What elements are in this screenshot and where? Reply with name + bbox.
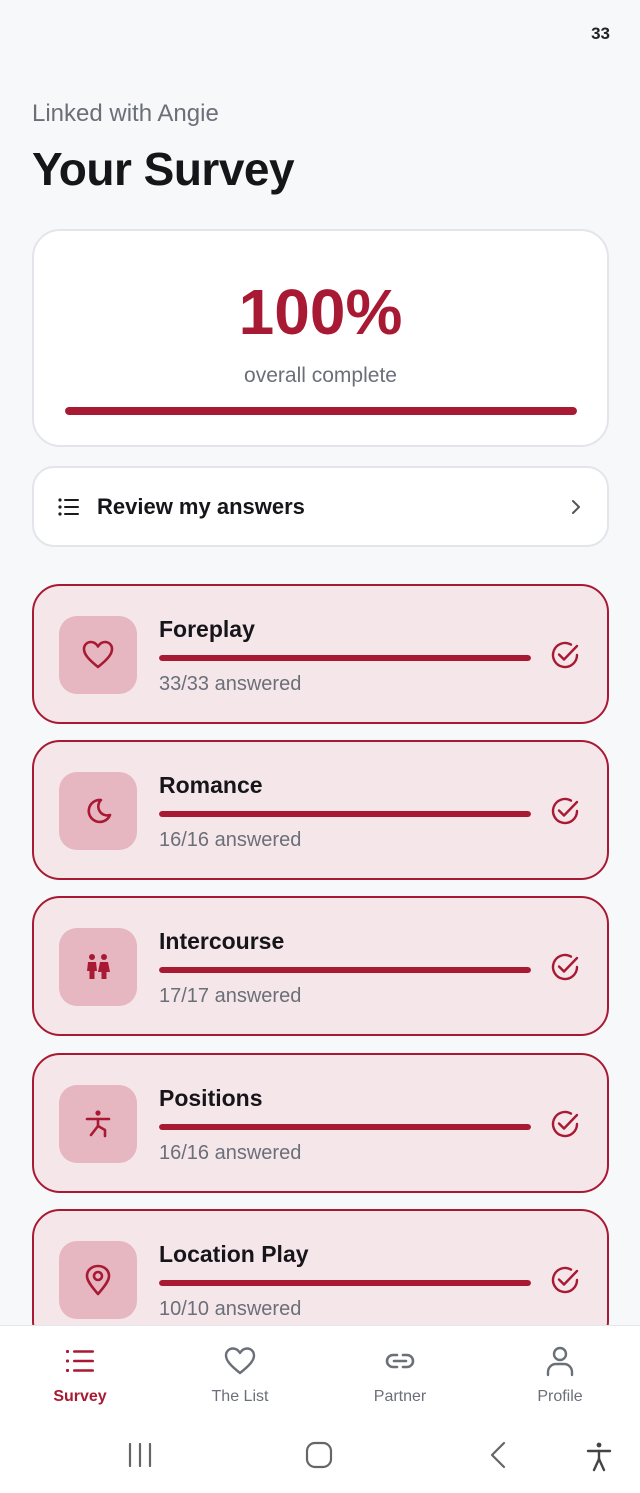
category-name: Romance [159,772,263,798]
category-progress-fill [159,655,531,661]
category-answered-count: 16/16 answered [159,1142,302,1164]
check-circle-icon [551,1266,579,1294]
review-answers-label: Review my answers [97,493,305,519]
check-circle-icon [551,1110,579,1138]
category-progress-bar [159,655,531,661]
person-icon [546,1346,574,1377]
survey-scroll-area[interactable]: Linked with Angie Your Survey 100% overa… [0,0,640,1325]
link-icon [385,1353,415,1369]
nav-label: Partner [373,1388,427,1405]
nav-tab-profile[interactable]: Profile [480,1326,640,1420]
couple-icon [87,954,110,979]
category-card-intercourse[interactable]: Intercourse 17/17 answered [32,896,609,1036]
category-progress-fill [159,967,531,973]
category-icon-box [59,772,137,850]
category-name: Location Play [159,1241,309,1267]
list-icon [66,1350,94,1372]
nav-label: Survey [53,1388,107,1405]
category-card-positions[interactable]: Positions 16/16 answered [32,1053,609,1193]
category-card-romance[interactable]: Romance 16/16 answered [32,740,609,880]
category-name: Positions [159,1085,263,1111]
heart-icon [82,640,114,669]
nav-tab-partner[interactable]: Partner [320,1326,480,1420]
category-icon-box [59,928,137,1006]
nav-tab-the-list[interactable]: The List [160,1326,320,1420]
accessibility-icon[interactable] [584,1440,614,1472]
category-progress-bar [159,1280,531,1286]
nav-label: The List [211,1388,269,1405]
review-answers-button[interactable]: Review my answers [32,466,609,547]
overall-progress-fill [65,407,577,415]
category-answered-count: 16/16 answered [159,829,302,851]
category-answered-count: 17/17 answered [159,985,302,1007]
category-answered-count: 10/10 answered [159,1298,302,1320]
bottom-navigation: Survey The List Partner Profile [0,1325,640,1420]
nav-tab-survey[interactable]: Survey [0,1326,160,1420]
category-card-foreplay[interactable]: Foreplay 33/33 answered [32,584,609,724]
category-icon-box [59,1241,137,1319]
category-progress-fill [159,811,531,817]
category-card-location-play[interactable]: Location Play 10/10 answered [32,1209,609,1325]
overall-percent: 100% [238,276,403,348]
pose-icon [85,1110,111,1138]
category-progress-bar [159,1124,531,1130]
recent-apps-icon[interactable] [126,1440,154,1470]
category-name: Intercourse [159,928,285,954]
system-navigation-bar [0,1420,640,1493]
category-progress-bar [159,811,531,817]
chevron-right-icon [572,499,580,514]
location-pin-icon [85,1264,111,1296]
category-answered-count: 33/33 answered [159,673,302,695]
overall-percent-label: overall complete [244,364,397,387]
category-progress-fill [159,1280,531,1286]
heart-icon [224,1347,256,1375]
category-icon-box [59,1085,137,1163]
list-icon [58,497,79,516]
home-icon[interactable] [304,1440,334,1470]
category-progress-fill [159,1124,531,1130]
moon-icon [87,798,112,824]
page-title: Your Survey [32,143,295,195]
nav-label: Profile [537,1388,583,1405]
category-name: Foreplay [159,616,255,642]
check-circle-icon [551,797,579,825]
overall-progress-bar [65,407,577,415]
check-circle-icon [551,641,579,669]
category-progress-bar [159,967,531,973]
overall-progress-card: 100% overall complete [32,229,609,447]
category-icon-box [59,616,137,694]
check-circle-icon [551,953,579,981]
back-icon[interactable] [486,1440,510,1470]
linked-partner-label: Linked with Angie [32,100,219,127]
